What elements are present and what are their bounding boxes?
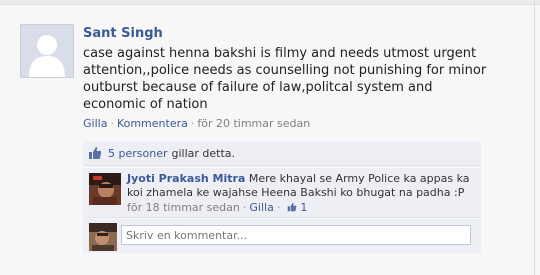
comment-body: Jyoti Prakash Mitra Mere khayal se Army … — [127, 172, 477, 215]
separator-dot: · — [276, 201, 281, 214]
likes-count-link[interactable]: 5 personer — [108, 147, 168, 160]
top-divider — [0, 0, 540, 5]
feedback-box: 5 personer gillar detta. Jyoti Prakash M… — [83, 141, 481, 253]
comment-item: Jyoti Prakash Mitra Mere khayal se Army … — [83, 168, 481, 218]
default-avatar-icon[interactable] — [20, 24, 74, 78]
thumbs-up-icon — [283, 201, 300, 214]
comment-composer: Skriv en kommentar... — [83, 219, 481, 253]
separator-dot: · — [110, 117, 114, 130]
comment-like-link[interactable]: Gilla — [249, 201, 273, 214]
post-timestamp[interactable]: för 20 timmar sedan — [197, 117, 310, 130]
like-count-value: 1 — [300, 201, 308, 214]
post-author[interactable]: Sant Singh — [83, 25, 523, 43]
post-actions: Gilla · Kommentera · för 20 timmar sedan — [83, 117, 523, 131]
right-divider — [534, 0, 535, 275]
likes-text: gillar detta. — [171, 146, 236, 160]
comment-timestamp[interactable]: för 18 timmar sedan — [127, 201, 240, 214]
separator-dot: · — [190, 117, 195, 130]
commenter-avatar[interactable] — [89, 173, 121, 205]
comment-input[interactable]: Skriv en kommentar... — [121, 225, 471, 245]
comment-link[interactable]: Kommentera — [117, 117, 188, 130]
separator-dot: · — [242, 201, 247, 214]
like-link[interactable]: Gilla — [83, 117, 107, 130]
comment-like-count[interactable]: 1 — [283, 201, 307, 214]
post-content: Sant Singh case against henna bakshi is … — [83, 24, 523, 131]
comment-author[interactable]: Jyoti Prakash Mitra — [127, 172, 245, 185]
comment-input-placeholder: Skriv en kommentar... — [126, 229, 248, 242]
thumbs-up-icon — [88, 146, 102, 160]
likes-summary: 5 personer gillar detta. — [83, 141, 481, 166]
comment-meta: för 18 timmar sedan · Gilla · 1 — [127, 201, 477, 215]
current-user-avatar — [89, 223, 117, 251]
post-message: case against henna bakshi is filmy and n… — [83, 46, 487, 112]
